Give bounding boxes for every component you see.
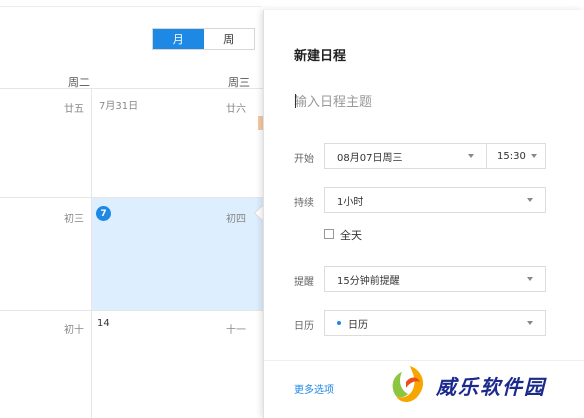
chevron-down-icon	[527, 198, 533, 202]
calendar-value: 日历	[348, 319, 368, 331]
text-cursor	[295, 94, 296, 108]
duration-label: 持续	[294, 198, 314, 209]
lunar-date: 十一	[226, 325, 246, 336]
chevron-down-icon	[527, 321, 533, 325]
calendar-color-dot	[337, 321, 341, 325]
panel-title: 新建日程	[294, 49, 347, 64]
calendar-label: 日历	[294, 321, 314, 332]
lunar-date: 初三	[64, 214, 84, 225]
lunar-date: 初十	[64, 325, 84, 336]
view-toggle: 月 周	[152, 28, 255, 50]
week-view-button[interactable]: 周	[203, 29, 254, 49]
duration-select[interactable]: 1小时	[324, 187, 546, 213]
subject-input[interactable]	[294, 92, 554, 112]
day-date[interactable]: 7月31日	[99, 97, 138, 112]
reminder-label: 提醒	[294, 277, 314, 288]
watermark-text: 威乐软件园	[436, 374, 546, 399]
chevron-down-icon	[468, 154, 474, 158]
top-divider	[0, 6, 262, 7]
all-day-label[interactable]: 全天	[340, 227, 362, 243]
today-badge[interactable]: 7	[96, 206, 111, 221]
reminder-value: 15分钟前提醒	[337, 275, 400, 287]
new-event-panel: 新建日程 开始 08月07日周三 15:30 持续 1小时 全天 提醒 15分钟…	[263, 10, 584, 418]
panel-divider	[264, 360, 584, 361]
lunar-date: 廿五	[64, 104, 84, 115]
grid-line	[0, 310, 263, 311]
day-date[interactable]: 14	[97, 318, 110, 329]
watermark: 威乐软件园	[388, 362, 546, 408]
start-time-select[interactable]: 15:30	[486, 143, 546, 169]
all-day-checkbox[interactable]	[324, 229, 334, 239]
start-time-value: 15:30	[497, 150, 526, 162]
watermark-logo-icon	[392, 366, 424, 402]
more-options-link[interactable]: 更多选项	[294, 381, 334, 396]
chevron-down-icon	[531, 154, 537, 158]
chevron-down-icon	[527, 277, 533, 281]
lunar-date: 廿六	[226, 104, 246, 115]
start-date-select[interactable]: 08月07日周三	[324, 143, 487, 169]
start-date-value: 08月07日周三	[337, 152, 403, 164]
reminder-select[interactable]: 15分钟前提醒	[324, 266, 546, 292]
start-label: 开始	[294, 154, 314, 165]
calendar-select[interactable]: 日历	[324, 310, 546, 336]
lunar-date: 初四	[226, 214, 246, 225]
grid-line	[0, 88, 263, 89]
month-view-button[interactable]: 月	[153, 29, 204, 49]
duration-value: 1小时	[337, 196, 364, 208]
